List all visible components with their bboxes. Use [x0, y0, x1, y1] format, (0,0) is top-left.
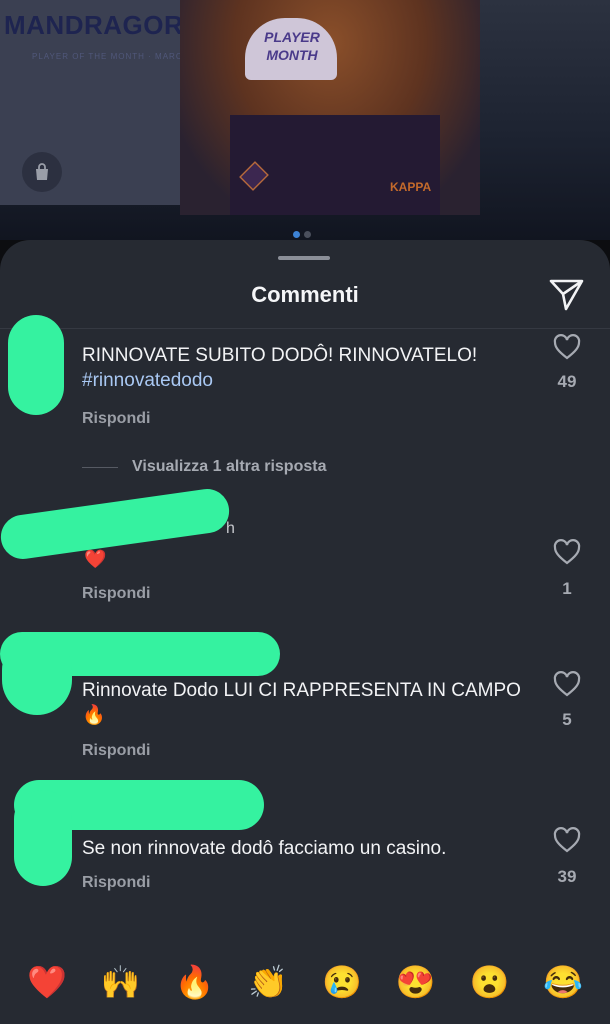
backdrop-subline: PLAYER OF THE MONTH · MARCH [32, 52, 190, 61]
like-button[interactable] [552, 826, 582, 854]
paper-plane-icon [549, 279, 584, 311]
emoji-reaction-bar: ❤️ 🙌 🔥 👏 😢 😍 😮 😂 [0, 940, 610, 1024]
reply-button[interactable]: Rispondi [82, 742, 150, 760]
reaction-clap-emoji[interactable]: 👏 [243, 962, 293, 1002]
comment-body: ❤️ [84, 549, 107, 569]
heart-outline-icon [553, 827, 581, 853]
reply-button[interactable]: Rispondi [82, 874, 150, 892]
comment-timestamp: h [226, 520, 235, 537]
hashtag-link[interactable]: #rinnovatedodo [82, 370, 213, 391]
heart-outline-icon [553, 334, 581, 360]
like-count: 5 [562, 710, 572, 729]
comment-text: RINNOVATE SUBITO DODÔ! RINNOVATELO! #rin… [82, 343, 532, 393]
comment-body: Se non rinnovate dodô facciamo un casino… [82, 838, 447, 859]
share-button[interactable] [546, 276, 586, 312]
redaction-scribble [2, 635, 72, 715]
carousel-dot-active [293, 231, 300, 238]
shopping-bag-button[interactable] [22, 152, 62, 192]
view-more-replies-label: Visualizza 1 altra risposta [132, 458, 327, 475]
redaction-scribble [8, 315, 64, 415]
player-shorts [230, 115, 440, 215]
like-button[interactable] [552, 670, 582, 698]
reaction-crying-emoji[interactable]: 😢 [317, 962, 367, 1002]
post-image: MANDRAGORA PLAYER OF THE MONTH · MARCH P… [0, 0, 610, 240]
backdrop-brand-text: MANDRAGORA [4, 10, 203, 40]
reply-button[interactable]: Rispondi [82, 410, 150, 428]
like-button[interactable] [552, 333, 582, 361]
reaction-heart-eyes-emoji[interactable]: 😍 [391, 962, 441, 1002]
reply-button[interactable]: Rispondi [82, 585, 150, 603]
reaction-heart-emoji[interactable]: ❤️ [22, 962, 72, 1002]
redaction-scribble [0, 486, 232, 562]
reaction-laughing-emoji[interactable]: 😂 [538, 962, 588, 1002]
reaction-surprised-emoji[interactable]: 😮 [464, 962, 514, 1002]
sheet-title: Commenti [251, 282, 359, 307]
kappa-logo: KAPPA [390, 180, 432, 194]
reply-thread-line [82, 466, 118, 468]
trophy-text: PLAYER MONTH [264, 29, 320, 63]
heart-outline-icon [553, 539, 581, 565]
sheet-drag-handle[interactable] [278, 256, 330, 260]
carousel-dots [293, 231, 311, 238]
comment-body: Rinnovate Dodo LUI CI RAPPRESENTA IN CAM… [82, 680, 521, 726]
like-count: 1 [562, 579, 572, 598]
reaction-raised-hands-emoji[interactable]: 🙌 [96, 962, 146, 1002]
redaction-scribble [14, 790, 72, 886]
like-count: 49 [557, 372, 577, 391]
heart-outline-icon [553, 671, 581, 697]
carousel-dot [304, 231, 311, 238]
comment-body: RINNOVATE SUBITO DODÔ! RINNOVATELO! [82, 345, 478, 366]
like-button[interactable] [552, 538, 582, 566]
comments-sheet: Commenti RINNOVATE SUBITO DODÔ! RINNOVAT… [0, 240, 610, 1024]
reaction-fire-emoji[interactable]: 🔥 [169, 962, 219, 1002]
like-count: 39 [557, 867, 577, 886]
shopping-bag-icon [36, 163, 48, 180]
header-divider [0, 328, 610, 329]
view-more-replies[interactable]: Visualizza 1 altra risposta [82, 458, 326, 476]
